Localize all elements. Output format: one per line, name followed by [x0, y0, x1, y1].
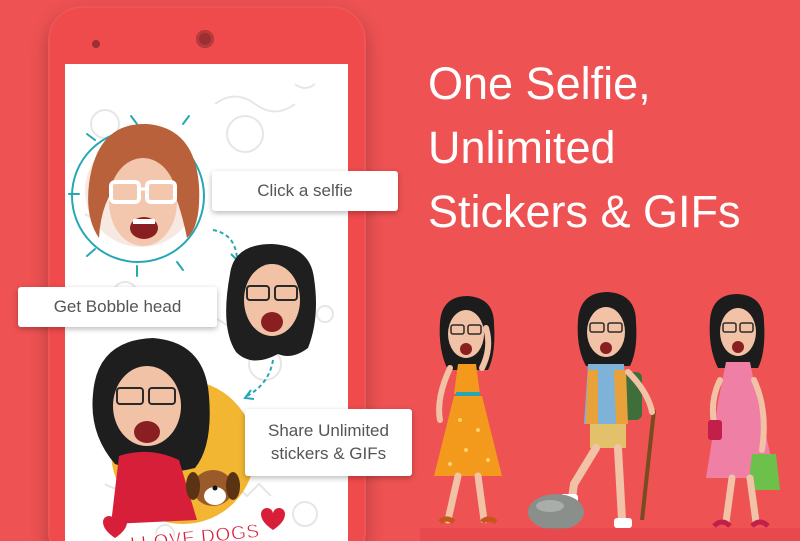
step-share-label-line1: Share Unlimited: [268, 420, 389, 440]
phone-camera-icon: [196, 30, 214, 48]
avatar-orange-dress: [434, 296, 502, 525]
i-love-dogs-banner: I LOVE DOGS: [103, 508, 285, 541]
heart-icon: [261, 508, 285, 530]
headline-line-3: Stickers & GIFs: [428, 186, 741, 237]
headline: One Selfie, Unlimited Stickers & GIFs: [428, 52, 741, 244]
heart-icon: [103, 516, 127, 538]
step-get-bobble-head: Get Bobble head: [18, 287, 217, 327]
avatar-hiker: [528, 292, 656, 530]
headline-line-1: One Selfie,: [428, 58, 651, 109]
avatar-pink-dress: [706, 294, 780, 528]
sticker-text: I LOVE DOGS: [129, 520, 261, 541]
step-get-bobble-head-label: Get Bobble head: [53, 296, 182, 316]
step-click-selfie-label: Click a selfie: [257, 180, 353, 200]
step-share-label-line2: stickers & GIFs: [270, 443, 387, 463]
step-share-stickers: Share Unlimited stickers & GIFs: [245, 409, 412, 476]
headline-line-2: Unlimited: [428, 122, 616, 173]
phone-sensor-dot: [92, 40, 100, 48]
step-click-selfie: Click a selfie: [212, 171, 398, 211]
